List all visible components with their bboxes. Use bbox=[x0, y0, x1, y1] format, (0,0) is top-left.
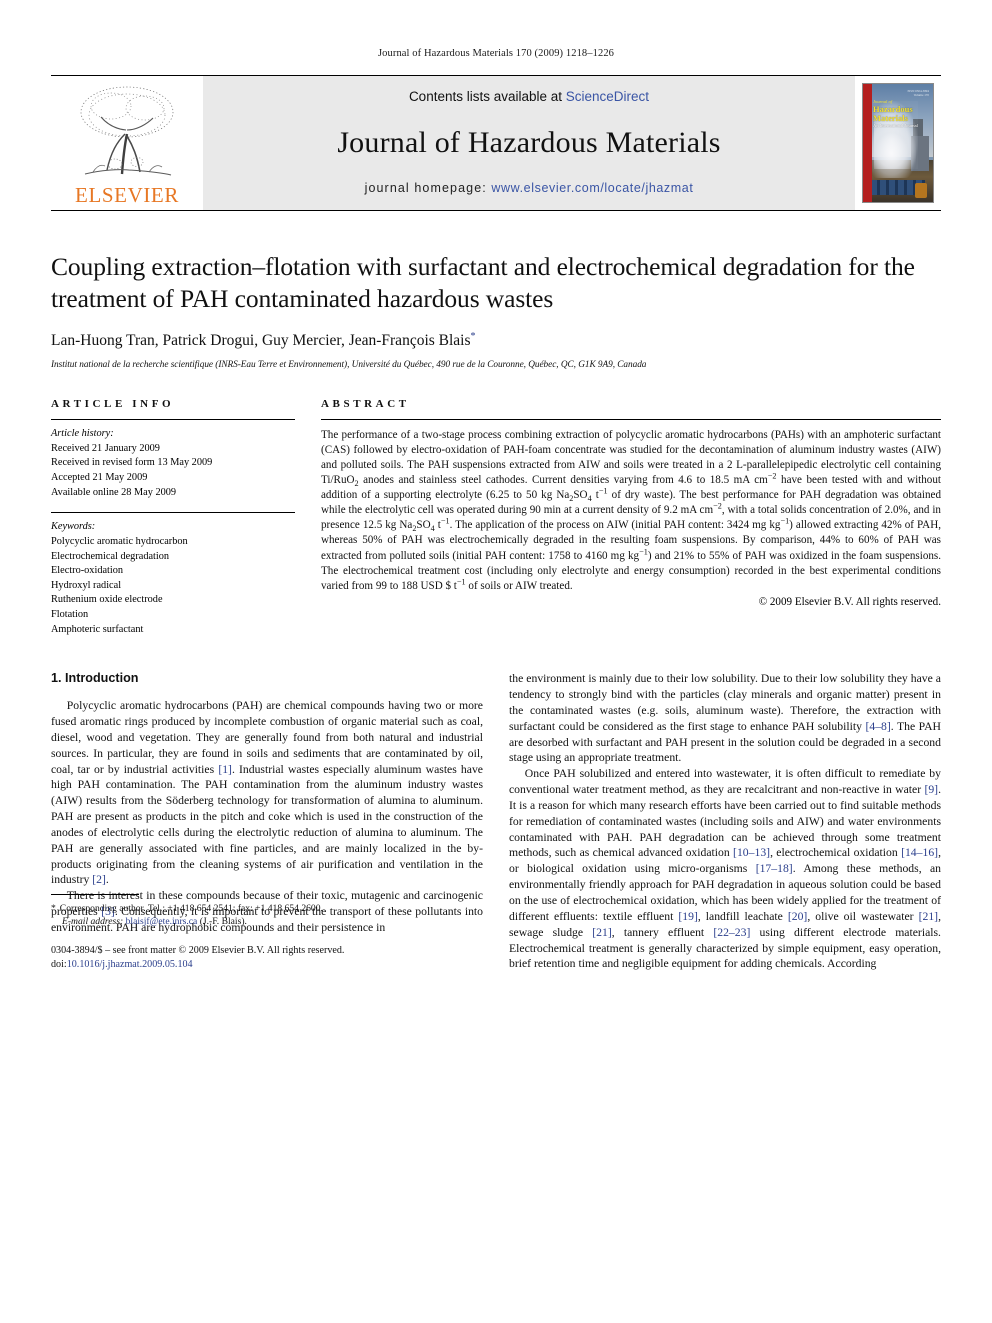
article-title-block: Coupling extraction–flotation with surfa… bbox=[51, 251, 941, 370]
cover-spine bbox=[863, 84, 872, 202]
corresponding-author-marker: * bbox=[470, 331, 476, 343]
citation-link[interactable]: [14–16] bbox=[901, 846, 938, 859]
doi-line: doi:10.1016/j.jhazmat.2009.05.104 bbox=[51, 958, 483, 972]
footnote-area: * Corresponding author. Tel.: +1 418 654 … bbox=[51, 893, 483, 973]
article-history-label: Article history: bbox=[51, 428, 114, 440]
citation-link[interactable]: [21] bbox=[592, 926, 611, 939]
journal-homepage-line: journal homepage: www.elsevier.com/locat… bbox=[365, 181, 694, 195]
article-history-group: Article history: Received 21 January 200… bbox=[51, 420, 295, 500]
journal-masthead: ELSEVIER Contents lists available at Sci… bbox=[51, 75, 941, 211]
abstract-text: The performance of a two-stage process c… bbox=[321, 429, 942, 592]
elsevier-tree-icon bbox=[80, 86, 174, 176]
doi-link[interactable]: 10.1016/j.jhazmat.2009.05.104 bbox=[67, 959, 193, 970]
issn-line: 0304-3894/$ – see front matter © 2009 El… bbox=[51, 945, 345, 957]
abstract-heading: ABSTRACT bbox=[321, 398, 410, 411]
issn-copyright-block: 0304-3894/$ – see front matter © 2009 El… bbox=[51, 944, 483, 972]
body-column-left: 1. Introduction Polycyclic aromatic hydr… bbox=[51, 671, 483, 972]
info-abstract-section: ARTICLE INFO Article history: Received 2… bbox=[51, 398, 941, 637]
citation-link[interactable]: [10–13] bbox=[733, 846, 770, 859]
cover-journal-word: Journal of bbox=[873, 98, 893, 104]
citation-link[interactable]: [2] bbox=[92, 873, 106, 886]
citation-link[interactable]: [9] bbox=[924, 783, 938, 796]
cover-title-line2: Materials bbox=[873, 112, 908, 123]
citation-link[interactable]: [21] bbox=[919, 910, 938, 923]
keywords-group: Keywords: Polycyclic aromatic hydrocarbo… bbox=[51, 513, 295, 637]
running-head: Journal of Hazardous Materials 170 (2009… bbox=[377, 48, 615, 59]
footnote-star: * bbox=[51, 902, 56, 914]
footnote-email-line: E-mail address: blaisjf@ete.inrs.ca (J.-… bbox=[51, 915, 483, 928]
history-item: Available online 28 May 2009 bbox=[51, 486, 177, 498]
section-heading-introduction: 1. Introduction bbox=[51, 671, 139, 686]
homepage-prefix: journal homepage: bbox=[364, 181, 492, 195]
journal-article-page: Journal of Hazardous Materials 170 (2009… bbox=[0, 0, 992, 1323]
cover-title: Hazardous Materials An International Jou… bbox=[873, 105, 931, 128]
keyword-item: Flotation bbox=[51, 608, 89, 620]
author-list: Lan-Huong Tran, Patrick Drogui, Guy Merc… bbox=[51, 332, 941, 350]
footnote-email-label: E-mail address: bbox=[62, 915, 124, 927]
doi-label: doi: bbox=[51, 959, 67, 971]
keyword-item: Electro-oxidation bbox=[51, 565, 124, 577]
article-title: Coupling extraction–flotation with surfa… bbox=[51, 252, 915, 314]
author-names: Lan-Huong Tran, Patrick Drogui, Guy Merc… bbox=[51, 332, 471, 350]
citation-link[interactable]: [19] bbox=[678, 910, 697, 923]
citation-link[interactable]: [17–18] bbox=[756, 862, 793, 875]
history-item: Received 21 January 2009 bbox=[51, 442, 160, 454]
citation-link[interactable]: [20] bbox=[788, 910, 807, 923]
contents-available-line: Contents lists available at ScienceDirec… bbox=[409, 89, 649, 104]
footnote-corresponding-text: Corresponding author. Tel.: +1 418 654 2… bbox=[59, 902, 323, 914]
citation-link[interactable]: [4–8] bbox=[865, 720, 890, 733]
article-body: 1. Introduction Polycyclic aromatic hydr… bbox=[51, 671, 941, 972]
journal-homepage-link[interactable]: www.elsevier.com/locate/jhazmat bbox=[491, 181, 693, 195]
cover-smoke-plume-secondary bbox=[867, 124, 917, 179]
keywords-label: Keywords: bbox=[51, 521, 96, 533]
abstract-column: ABSTRACT The performance of a two-stage … bbox=[321, 398, 941, 637]
corresponding-author-footnote: * Corresponding author. Tel.: +1 418 654 … bbox=[51, 902, 483, 929]
journal-title: Journal of Hazardous Materials bbox=[337, 125, 721, 159]
cover-subtitle: An International Journal bbox=[873, 122, 918, 128]
history-item: Received in revised form 13 May 2009 bbox=[51, 457, 213, 469]
citation-link[interactable]: [22–23] bbox=[713, 926, 750, 939]
footnote-rule bbox=[51, 893, 139, 895]
keyword-item: Hydroxyl radical bbox=[51, 579, 122, 591]
elsevier-logo: ELSEVIER bbox=[51, 76, 203, 210]
article-info-heading: ARTICLE INFO bbox=[51, 398, 175, 411]
footnote-email-suffix: (J.-F. Blais). bbox=[199, 915, 247, 927]
article-info-column: ARTICLE INFO Article history: Received 2… bbox=[51, 398, 295, 637]
affiliation: Institut national de la recherche scient… bbox=[51, 360, 647, 371]
footnote-email-link[interactable]: blaisjf@ete.inrs.ca bbox=[126, 916, 198, 927]
abstract-copyright: © 2009 Elsevier B.V. All rights reserved… bbox=[758, 595, 941, 608]
elsevier-wordmark: ELSEVIER bbox=[75, 183, 179, 207]
masthead-center: Contents lists available at ScienceDirec… bbox=[203, 76, 855, 210]
keyword-item: Polycyclic aromatic hydrocarbon bbox=[51, 535, 188, 547]
journal-cover-thumbnail-wrap: ISSN 0304-3894 Volume 170 Journal of Haza… bbox=[855, 76, 941, 210]
cover-barrel bbox=[914, 183, 927, 199]
cover-top-text: ISSN 0304-3894 Volume 170 bbox=[907, 89, 929, 98]
citation-link[interactable]: [1] bbox=[218, 763, 232, 776]
contents-prefix: Contents lists available at bbox=[408, 89, 566, 104]
keyword-item: Ruthenium oxide electrode bbox=[51, 594, 163, 606]
body-column-right: the environment is mainly due to their l… bbox=[509, 671, 941, 972]
keyword-item: Electrochemical degradation bbox=[51, 550, 170, 562]
journal-cover-thumbnail: ISSN 0304-3894 Volume 170 Journal of Haza… bbox=[862, 83, 934, 203]
keyword-item: Amphoteric surfactant bbox=[51, 623, 144, 635]
history-item: Accepted 21 May 2009 bbox=[51, 472, 148, 484]
intro-right-text: the environment is mainly due to their l… bbox=[509, 672, 942, 971]
sciencedirect-link[interactable]: ScienceDirect bbox=[566, 89, 649, 104]
